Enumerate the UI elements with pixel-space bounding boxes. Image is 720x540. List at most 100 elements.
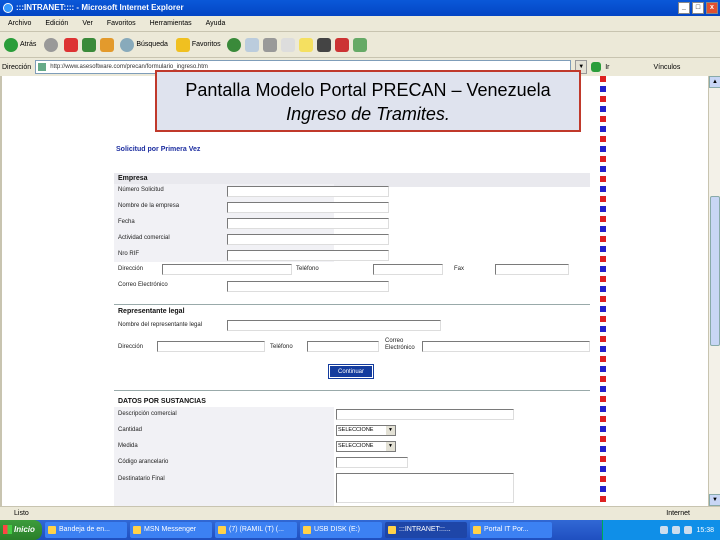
page-content: Solicitud por Primera Vez Empresa Número… — [0, 76, 708, 506]
search-icon — [120, 37, 135, 52]
task-bandeja[interactable]: Bandeja de en... — [45, 522, 127, 538]
scroll-up-icon[interactable]: ▲ — [709, 76, 720, 88]
start-button[interactable]: Inicio — [0, 520, 42, 540]
refresh-icon[interactable] — [82, 37, 97, 52]
toolbar: Atrás Búsqueda Favoritos — [0, 32, 720, 58]
field-label-nombre-empresa: Nombre de la empresa — [118, 203, 180, 209]
form-panel: Solicitud por Primera Vez Empresa Número… — [70, 76, 600, 506]
edit-icon[interactable] — [280, 37, 295, 52]
back-label: Atrás — [20, 41, 37, 48]
destino-textarea[interactable] — [336, 473, 514, 503]
menu-edicion[interactable]: Edición — [45, 16, 68, 31]
task-usb-disk[interactable]: USB DISK (E:) — [300, 522, 382, 538]
legal-section-divider — [114, 304, 590, 305]
taskbar: Inicio Bandeja de en... MSN Messenger (7… — [0, 520, 720, 540]
correo-input[interactable] — [227, 281, 389, 292]
task-portal-it[interactable]: Portal IT Por... — [470, 522, 552, 538]
search-button[interactable]: Búsqueda — [118, 35, 170, 55]
legal-section-title: Representante legal — [118, 308, 185, 315]
menu-herramientas[interactable]: Herramientas — [150, 16, 192, 31]
title-bar: :::INTRANET:::: - Microsoft Internet Exp… — [0, 0, 720, 16]
rep-correo-input[interactable] — [422, 341, 590, 352]
close-button[interactable]: x — [706, 2, 718, 14]
home-icon[interactable] — [100, 37, 115, 52]
fax-input[interactable] — [495, 264, 569, 275]
task-ramil[interactable]: (7) (RAMIL (T) (... — [215, 522, 297, 538]
menu-archivo[interactable]: Archivo — [8, 16, 31, 31]
menu-ayuda[interactable]: Ayuda — [206, 16, 226, 31]
back-button[interactable]: Atrás — [2, 35, 38, 55]
menu-ver[interactable]: Ver — [82, 16, 93, 31]
field-label-direccion: Dirección — [118, 266, 144, 272]
links-label[interactable]: Vínculos — [653, 64, 680, 71]
descripcion-input[interactable] — [336, 409, 514, 420]
maximize-button[interactable]: □ — [692, 2, 704, 14]
people-icon[interactable] — [352, 37, 367, 52]
go-label[interactable]: Ir — [605, 64, 609, 71]
medida-select[interactable]: SELECCIONE ▼ — [336, 441, 396, 452]
ie-icon — [3, 3, 13, 13]
menu-bar: Archivo Edición Ver Favoritos Herramient… — [0, 16, 720, 32]
nombre-empresa-input[interactable] — [227, 202, 389, 213]
callout-subtitle: Ingreso de Tramites. — [286, 104, 450, 124]
slide-callout: Pantalla Modelo Portal PRECAN – Venezuel… — [155, 70, 581, 132]
codigo-input[interactable] — [336, 457, 408, 468]
direccion-input[interactable] — [162, 264, 292, 275]
rif-input[interactable] — [227, 250, 389, 261]
field-label-rep-nombre: Nombre del representante legal — [118, 322, 203, 328]
msn-icon[interactable] — [334, 37, 349, 52]
actividad-input[interactable] — [227, 234, 389, 245]
medida-select-value: SELECCIONE — [338, 443, 374, 449]
system-tray: 15:38 — [602, 520, 720, 540]
chevron-down-icon: ▼ — [386, 442, 395, 451]
forward-arrow-icon — [44, 37, 59, 52]
right-border-stripe — [600, 76, 606, 506]
callout-title: Pantalla Modelo Portal PRECAN – Venezuel… — [185, 80, 551, 100]
rep-telefono-input[interactable] — [307, 341, 379, 352]
continue-button[interactable]: Continuar — [328, 364, 374, 379]
favorites-button[interactable]: Favoritos — [174, 35, 223, 55]
mail-icon[interactable] — [244, 37, 259, 52]
tray-msn-icon[interactable] — [684, 526, 693, 534]
chevron-down-icon: ▼ — [386, 426, 395, 435]
substances-section-title: DATOS POR SUSTANCIAS — [118, 398, 206, 405]
telefono-input[interactable] — [373, 264, 443, 275]
menu-favoritos[interactable]: Favoritos — [107, 16, 136, 31]
status-bar: Listo Internet — [0, 506, 720, 520]
task-msn[interactable]: MSN Messenger — [130, 522, 212, 538]
field-label-rif: Nro RIF — [118, 251, 139, 257]
stop-icon[interactable] — [64, 37, 79, 52]
cantidad-select[interactable]: SELECCIONE ▼ — [336, 425, 396, 436]
print-icon[interactable] — [262, 37, 277, 52]
clock: 15:38 — [696, 526, 714, 534]
tray-volume-icon[interactable] — [672, 526, 681, 534]
field-label-destino: Destinatario Final — [118, 476, 165, 482]
tray-network-icon[interactable] — [660, 526, 669, 534]
field-label-numero-solicitud: Número Solicitud — [118, 187, 164, 193]
field-label-descripcion: Descripción comercial — [118, 411, 177, 417]
minimize-button[interactable]: _ — [678, 2, 690, 14]
history-icon[interactable] — [226, 37, 241, 52]
favorites-label: Favoritos — [191, 41, 221, 48]
rep-nombre-input[interactable] — [227, 320, 441, 331]
field-label-medida: Medida — [118, 443, 138, 449]
vertical-scrollbar[interactable]: ▲ ▼ — [708, 76, 720, 506]
k-icon[interactable] — [316, 37, 331, 52]
field-label-fax: Fax — [454, 266, 465, 272]
go-icon[interactable] — [591, 62, 602, 72]
rep-direccion-input[interactable] — [157, 341, 265, 352]
substances-section-divider — [114, 390, 590, 391]
field-label-rep-correo: Correo Electrónico — [385, 338, 415, 351]
fecha-input[interactable] — [227, 218, 389, 229]
browser-window: :::INTRANET:::: - Microsoft Internet Exp… — [0, 0, 720, 540]
field-label-correo: Correo Electrónico — [118, 282, 168, 288]
forward-button[interactable] — [42, 35, 60, 55]
task-intranet[interactable]: :::INTRANET:::... — [385, 522, 467, 538]
scroll-thumb[interactable] — [710, 196, 720, 346]
scroll-down-icon[interactable]: ▼ — [709, 494, 720, 506]
substances-rows-band — [114, 407, 334, 506]
field-label-telefono: Teléfono — [296, 266, 319, 272]
folder-icon[interactable] — [298, 37, 313, 52]
numero-solicitud-input[interactable] — [227, 186, 389, 197]
window-title: :::INTRANET:::: - Microsoft Internet Exp… — [16, 3, 184, 12]
